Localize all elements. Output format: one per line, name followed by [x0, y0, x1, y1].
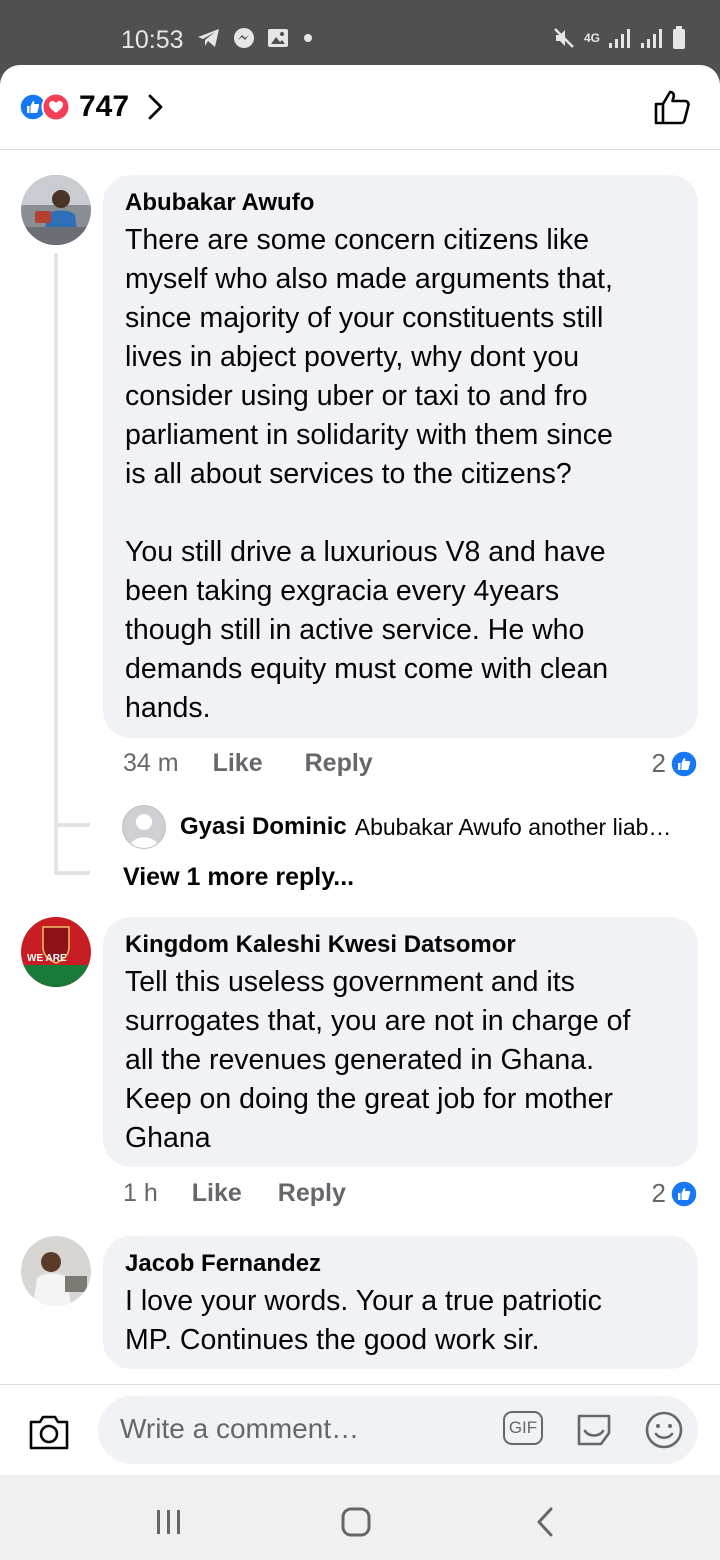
comment-like-count[interactable]: 2 [652, 1178, 698, 1209]
gif-button[interactable]: GIF [503, 1411, 543, 1445]
comment-author[interactable]: Jacob Fernandez [125, 1250, 321, 1278]
comment-time: 34 m [123, 749, 179, 777]
reactions-summary[interactable]: 747 [19, 90, 165, 124]
gallery-icon [268, 29, 288, 47]
comment-bubble: Jacob Fernandez I love your words. Your … [103, 1236, 698, 1369]
reply-button[interactable]: Reply [305, 749, 373, 778]
thread-branch [54, 871, 90, 875]
avatar [122, 805, 166, 849]
mute-icon [554, 28, 574, 48]
emoji-icon[interactable] [643, 1409, 685, 1451]
battery-icon [673, 26, 685, 49]
comment-author[interactable]: Kingdom Kaleshi Kwesi Datsomor [125, 931, 516, 959]
reply-text: Abubakar Awufo another liab… [354, 813, 672, 840]
thread-line [54, 253, 58, 873]
sticker-icon[interactable] [573, 1409, 615, 1451]
like-comment-button[interactable]: Like [213, 749, 263, 778]
comment-composer: Write a comment… GIF [0, 1384, 720, 1475]
system-navigation-bar [0, 1475, 720, 1560]
camera-icon[interactable] [27, 1412, 71, 1452]
telegram-icon [198, 29, 219, 47]
back-icon[interactable] [534, 1506, 556, 1538]
avatar[interactable] [21, 175, 91, 245]
like-count-value: 2 [651, 748, 666, 778]
reply-author[interactable]: Gyasi Dominic [180, 813, 347, 841]
comments-sheet: 747 Abubakar Awufo There are some concer… [0, 65, 720, 1475]
comment-input[interactable]: Write a comment… GIF [98, 1396, 698, 1464]
comment-actions: 34 m Like Reply [123, 749, 373, 778]
thread-branch [54, 823, 90, 827]
like-comment-button[interactable]: Like [192, 1179, 242, 1208]
like-icon [670, 1179, 698, 1208]
reply-button[interactable]: Reply [278, 1179, 346, 1208]
comment-time: 1 h [123, 1179, 158, 1207]
comment-text: There are some concern citizens like mys… [125, 224, 613, 724]
like-button-icon[interactable] [652, 87, 692, 127]
comment-bubble: Abubakar Awufo There are some concern ci… [103, 175, 698, 738]
network-type: 4G [583, 31, 600, 45]
comment-author[interactable]: Abubakar Awufo [125, 189, 314, 217]
comment-actions: 1 h Like Reply [123, 1179, 346, 1208]
dot-icon [304, 34, 312, 42]
view-more-replies-link[interactable]: View 1 more reply... [123, 863, 354, 892]
reactions-header: 747 [0, 65, 720, 150]
status-bar: 10:53 4G [0, 0, 720, 70]
messenger-icon [234, 28, 254, 48]
like-count-value: 2 [651, 1178, 666, 1208]
home-icon[interactable] [340, 1506, 372, 1538]
comment-like-count[interactable]: 2 [652, 748, 698, 779]
signal-icon [641, 29, 662, 48]
reaction-count: 747 [79, 90, 130, 123]
avatar[interactable] [21, 1236, 91, 1306]
comment-text: Tell this useless government and its sur… [125, 966, 631, 1154]
signal-icon [609, 29, 630, 48]
comment-input-placeholder: Write a comment… [120, 1413, 360, 1444]
recent-apps-icon[interactable] [154, 1508, 184, 1536]
comment-bubble: Kingdom Kaleshi Kwesi Datsomor Tell this… [103, 917, 698, 1167]
chevron-right-icon [148, 94, 163, 120]
like-icon [670, 749, 698, 778]
avatar[interactable]: WE ARE [21, 917, 91, 987]
gif-label: GIF [508, 1418, 538, 1437]
love-icon [41, 92, 71, 122]
reply-preview[interactable]: Gyasi Dominic Abubakar Awufo another lia… [122, 805, 671, 849]
status-time: 10:53 [121, 26, 184, 54]
comment-text: I love your words. Your a true patriotic… [125, 1285, 602, 1356]
avatar-logo-text: WE ARE [27, 953, 67, 964]
